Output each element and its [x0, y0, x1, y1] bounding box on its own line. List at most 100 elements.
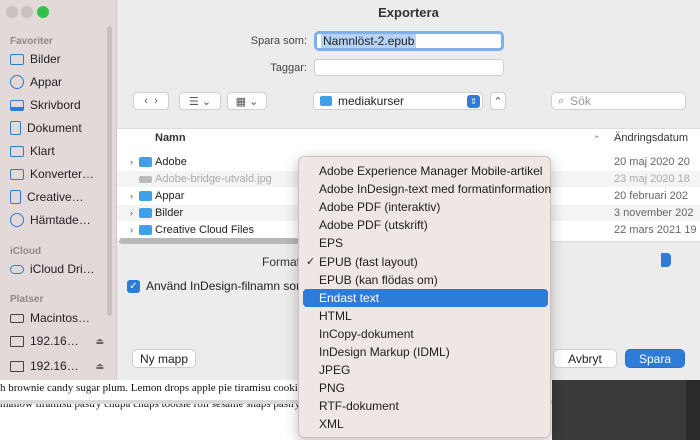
zoom-window-button[interactable]: [37, 6, 49, 18]
sidebar-item-favorite[interactable]: Klart: [10, 141, 110, 161]
column-header-date[interactable]: Ändringsdatum: [614, 132, 688, 144]
use-indesign-filename-checkbox[interactable]: ✓ Använd InDesign-filnamn som: [127, 279, 306, 293]
save-button[interactable]: Spara: [625, 349, 685, 368]
format-menu-item[interactable]: RTF-dokument: [303, 397, 548, 415]
back-forward-buttons[interactable]: ‹ ›: [133, 92, 169, 110]
format-menu-item[interactable]: XML: [303, 415, 548, 433]
format-menu-item[interactable]: JPEG: [303, 361, 548, 379]
save-as-label: Spara som:: [250, 35, 307, 47]
sidebar-item-label: iCloud Dri…: [30, 262, 95, 276]
checkbox-label: Använd InDesign-filnamn som: [146, 279, 307, 293]
minimize-window-button[interactable]: [21, 6, 33, 18]
sidebar-item-macintosh[interactable]: Macintos…: [10, 308, 110, 328]
eject-icon[interactable]: ⏏: [95, 336, 104, 347]
updown-arrows-icon: ⇕: [467, 95, 480, 108]
format-label: Format: [262, 255, 301, 269]
location-popup[interactable]: mediakurser ⇕: [313, 92, 483, 110]
format-popup-edge[interactable]: [661, 253, 671, 267]
folder-icon: [139, 157, 152, 167]
grid-view-button[interactable]: ▦ ⌄: [227, 92, 267, 110]
new-folder-button[interactable]: Ny mapp: [132, 349, 196, 368]
format-menu-item-label: Adobe PDF (interaktiv): [319, 200, 441, 215]
sidebar-item-label: Skrivbord: [30, 98, 81, 112]
pasteboard-scrollbar[interactable]: [686, 378, 700, 440]
monitor-icon: [10, 360, 24, 372]
sidebar-item-favorite[interactable]: Konverter…: [10, 164, 110, 184]
sidebar-item-label: Konverter…: [30, 167, 95, 181]
sidebar-item-label: Appar: [30, 75, 63, 89]
save-as-input[interactable]: Namnlöst-2.epub: [314, 31, 504, 51]
tags-input[interactable]: [314, 59, 504, 76]
format-menu-item-label: XML: [319, 417, 344, 432]
cancel-button[interactable]: Avbryt: [553, 349, 617, 368]
file-date: 3 november 202: [614, 207, 694, 219]
format-menu-item[interactable]: Adobe PDF (utskrift): [303, 216, 548, 234]
checkmark-icon[interactable]: ✓: [127, 279, 140, 293]
format-menu-item[interactable]: HTML: [303, 307, 548, 325]
file-name: Appar: [155, 190, 185, 202]
checkmark-icon: ✓: [306, 256, 316, 268]
sidebar-item-favorite[interactable]: Hämtade…: [10, 210, 110, 230]
format-menu-item[interactable]: ✓ EPUB (fast layout): [303, 253, 548, 271]
sidebar-section-icloud: iCloud: [10, 246, 42, 257]
format-menu-item-label: InDesign Markup (IDML): [319, 345, 450, 359]
format-menu-item[interactable]: EPUB (kan flödas om): [303, 271, 548, 289]
cloud-icon: [10, 264, 24, 274]
format-menu-item-label: JPEG: [319, 363, 351, 378]
drive-icon: [10, 313, 24, 323]
sidebar-item-label: Klart: [30, 144, 55, 158]
dialog-title: Exportera: [378, 5, 439, 20]
disclosure-triangle-icon[interactable]: ›: [130, 208, 133, 218]
eject-icon[interactable]: ⏏: [95, 361, 104, 372]
disclosure-triangle-icon[interactable]: ›: [130, 225, 133, 235]
sidebar-item-label: Creative…: [27, 190, 84, 204]
close-window-button[interactable]: [6, 6, 18, 18]
sidebar-section-favorites: Favoriter: [10, 36, 53, 47]
format-menu-item-label: EPUB (fast layout): [319, 254, 418, 269]
folder-icon: [10, 145, 24, 157]
file-list-scrollbar[interactable]: [119, 238, 299, 244]
file-date: 20 februari 202: [614, 190, 688, 202]
file-name: Adobe: [155, 156, 187, 168]
chevron-right-icon[interactable]: ›: [154, 95, 158, 107]
format-menu-item-label: InCopy-dokument: [319, 326, 414, 341]
sidebar-scrollbar[interactable]: [107, 26, 112, 316]
sidebar-item-favorite[interactable]: Dokument: [10, 118, 110, 138]
sidebar-item-label: Dokument: [27, 121, 82, 135]
folder-icon: [320, 96, 332, 106]
sidebar-item-favorite[interactable]: Skrivbord: [10, 95, 110, 115]
sidebar-item-network-2[interactable]: 192.16… ⏏: [10, 356, 110, 376]
column-header-name[interactable]: Namn: [155, 132, 186, 144]
disclosure-triangle-icon[interactable]: ›: [130, 191, 133, 201]
format-menu-item[interactable]: Adobe Experience Manager Mobile-artikel: [303, 162, 548, 180]
search-field[interactable]: ⌕ Sök: [551, 92, 686, 110]
format-menu-item[interactable]: Adobe InDesign-text med formatinformatio…: [303, 180, 552, 198]
sidebar-item-favorite[interactable]: Bilder: [10, 49, 110, 69]
format-menu-item[interactable]: Adobe PDF (interaktiv): [303, 198, 548, 216]
format-menu-item[interactable]: InDesign Markup (IDML): [303, 343, 548, 361]
format-menu-item-label: RTF-dokument: [319, 399, 399, 414]
folder-icon: [139, 191, 152, 201]
format-menu-item[interactable]: EPS: [303, 234, 548, 252]
document-icon: [10, 190, 21, 204]
search-placeholder: Sök: [570, 94, 591, 108]
format-menu-item[interactable]: Endast text: [303, 288, 548, 307]
sidebar-item-icloud-drive[interactable]: iCloud Dri…: [10, 259, 110, 279]
sidebar-item-network-1[interactable]: 192.16… ⏏: [10, 331, 110, 351]
format-menu-item-label: Adobe InDesign-text med formatinformatio…: [319, 182, 552, 197]
format-menu-item[interactable]: PNG: [303, 379, 548, 397]
disclosure-triangle-icon[interactable]: ›: [130, 157, 133, 167]
folder-icon: [139, 225, 152, 235]
sidebar-item-favorite[interactable]: Creative…: [10, 187, 110, 207]
sidebar-section-places: Platser: [10, 294, 44, 305]
format-menu-item-label: HTML: [319, 308, 352, 323]
document-icon: [10, 121, 21, 135]
chevron-up-icon[interactable]: ⌃: [593, 134, 601, 145]
sidebar-item-favorite[interactable]: Appar: [10, 72, 110, 92]
location-label: mediakurser: [338, 94, 405, 108]
format-menu-item[interactable]: InCopy-dokument: [303, 325, 548, 343]
chevron-left-icon[interactable]: ‹: [144, 95, 148, 107]
file-name: Adobe-bridge-utvald.jpg: [155, 173, 272, 185]
expand-toggle-button[interactable]: ⌃: [490, 92, 506, 110]
list-view-button[interactable]: ☰ ⌄: [179, 92, 221, 110]
